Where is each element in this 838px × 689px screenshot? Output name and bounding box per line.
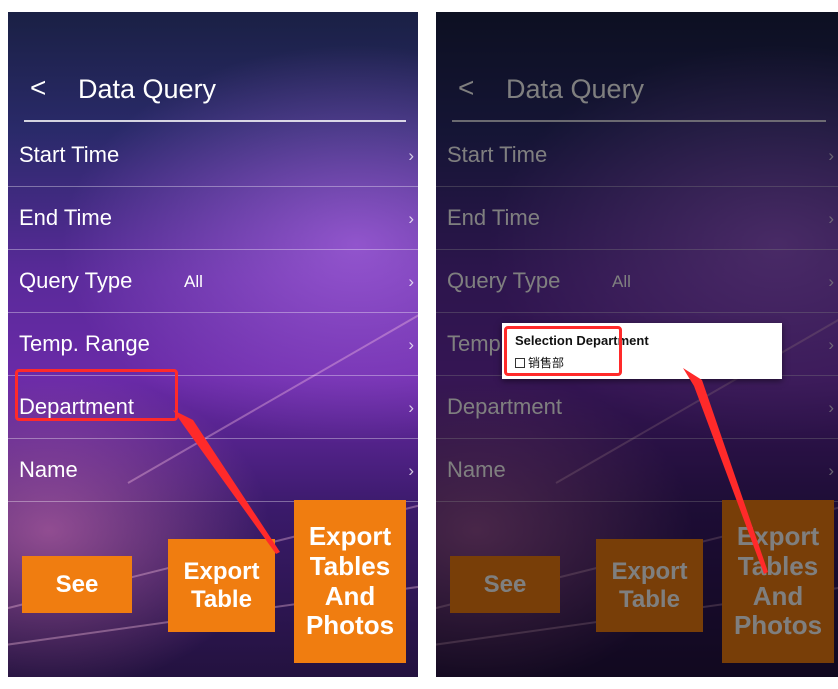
annotation-arrow [683, 368, 768, 574]
annotation-arrow [173, 410, 280, 554]
phone-screen-main: < Data Query Start Time › End Time › Que… [8, 12, 418, 677]
phone-screen-dialog: < Data Query Start Time › End Time › Que… [436, 12, 838, 677]
